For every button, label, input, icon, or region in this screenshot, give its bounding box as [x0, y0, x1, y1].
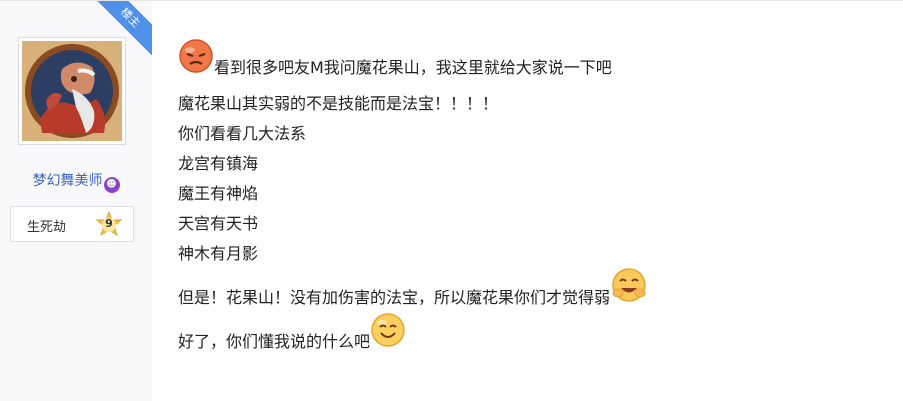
post-line-4: 龙宫有镇海: [178, 154, 259, 173]
laughing-emoji-icon: [610, 266, 648, 308]
username-text[interactable]: 梦幻舞美师: [33, 173, 103, 189]
post-line-2: 魔花果山其实弱的不是技能而是法宝！！！！: [178, 94, 499, 113]
avatar-image: [22, 41, 122, 141]
devil-icon: ☻: [103, 177, 120, 193]
angry-face-emoji-icon: [178, 38, 214, 78]
post-line-6: 天宫有天书: [178, 214, 259, 233]
rank-badge[interactable]: 生死劫 9: [10, 206, 134, 242]
post-line-1: 看到很多吧友M我问魔花果山，我这里就给大家说一下吧: [178, 38, 612, 78]
post-line-7: 神木有月影: [178, 244, 259, 263]
post-text: 但是！花果山！没有加伤害的法宝，所以魔花果你们才觉得弱: [178, 288, 611, 307]
author-username[interactable]: 梦幻舞美师 ☻: [0, 170, 152, 193]
avatar[interactable]: [22, 41, 122, 141]
post-text: 好了，你们懂我说的什么吧: [178, 332, 371, 351]
avatar-frame[interactable]: [18, 37, 126, 145]
post-line-9: 好了，你们懂我说的什么吧: [178, 312, 406, 352]
rank-title: 生死劫: [27, 220, 67, 235]
level-number: 9: [105, 217, 113, 230]
author-sidebar: 楼主 梦幻舞美师 ☻ 生死劫 9: [0, 1, 152, 401]
post-line-3: 你们看看几大法系: [178, 124, 307, 143]
level-star-icon: 9: [95, 210, 123, 239]
post-line-8: 但是！花果山！没有加伤害的法宝，所以魔花果你们才觉得弱: [178, 266, 648, 308]
post-line-5: 魔王有神焰: [178, 184, 259, 203]
post-text: 看到很多吧友M我问魔花果山，我这里就给大家说一下吧: [214, 58, 612, 77]
smile-emoji-icon: [370, 312, 406, 352]
